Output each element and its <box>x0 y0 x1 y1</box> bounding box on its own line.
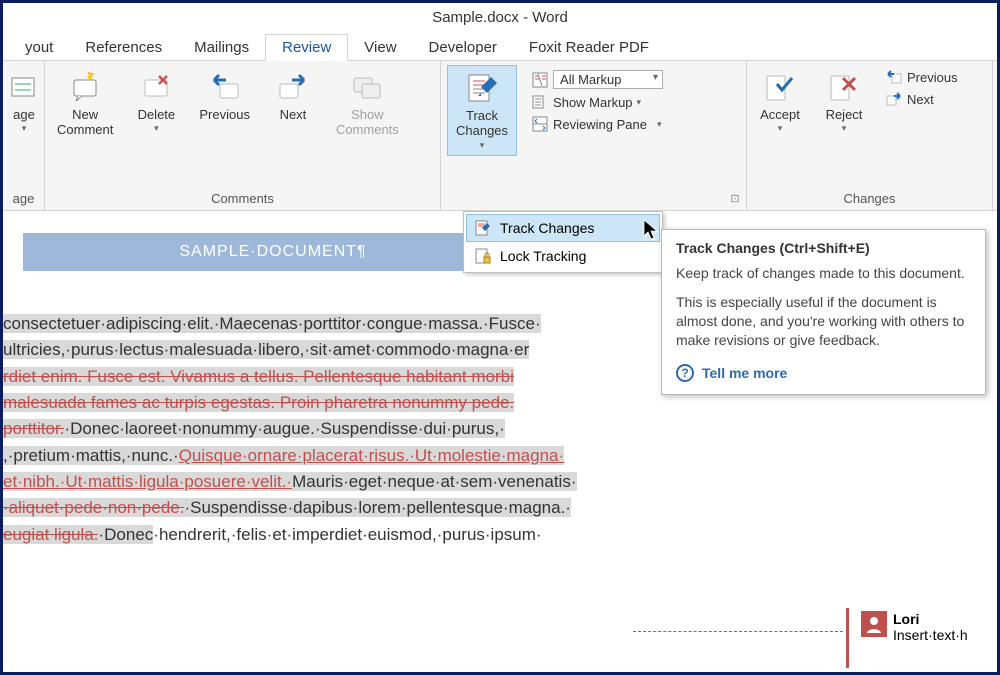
reviewing-pane-button[interactable]: Reviewing Pane ▾ <box>529 114 665 134</box>
accept-button[interactable]: Accept ▾ <box>753 65 807 138</box>
tooltip-text-1: Keep track of changes made to this docum… <box>676 264 971 283</box>
prev-change-icon <box>885 68 903 86</box>
ribbon-tabs: yout References Mailings Review View Dev… <box>3 33 997 61</box>
comment-bubble[interactable]: Lori Insert·text·h <box>861 611 968 643</box>
tab-view[interactable]: View <box>348 35 412 60</box>
avatar-icon <box>861 611 887 637</box>
dd-track-changes[interactable]: Track Changes <box>466 214 660 242</box>
tab-references[interactable]: References <box>69 35 178 60</box>
document-heading: SAMPLE·DOCUMENT¶ <box>23 233 523 271</box>
track-changes-dropdown: Track Changes Lock Tracking <box>463 211 663 273</box>
tell-me-more-link[interactable]: ? Tell me more <box>676 364 971 382</box>
tracking-dialog-launcher[interactable]: ⊡ <box>728 192 742 206</box>
show-markup-icon <box>531 93 549 111</box>
delete-comment-button[interactable]: Delete ▾ <box>129 65 183 138</box>
comment-connector <box>633 631 843 632</box>
show-comments-button[interactable]: Show Comments <box>330 65 405 142</box>
next-change-button[interactable]: Next <box>883 89 960 109</box>
tab-foxit[interactable]: Foxit Reader PDF <box>513 35 665 60</box>
display-for-review[interactable]: All Markup <box>529 69 665 90</box>
changes-group-label: Changes <box>753 189 986 208</box>
new-comment-button[interactable]: New Comment <box>51 65 119 142</box>
tab-review[interactable]: Review <box>265 34 348 61</box>
help-icon: ? <box>676 364 694 382</box>
mouse-cursor <box>643 219 661 237</box>
delete-icon <box>138 69 174 105</box>
reject-icon <box>826 69 862 105</box>
markup-icon <box>531 71 549 89</box>
track-changes-tooltip: Track Changes (Ctrl+Shift+E) Keep track … <box>661 229 986 395</box>
next-icon <box>275 69 311 105</box>
track-changes-small-icon <box>474 219 492 237</box>
new-comment-icon <box>67 69 103 105</box>
title-bar: Sample.docx - Word <box>3 3 997 33</box>
previous-comment-button[interactable]: Previous <box>193 65 256 126</box>
dd-lock-tracking[interactable]: Lock Tracking <box>466 242 660 270</box>
tab-developer[interactable]: Developer <box>413 35 513 60</box>
comment-author: Lori <box>893 611 968 627</box>
language-button[interactable]: age ▾ <box>9 65 39 138</box>
reject-button[interactable]: Reject ▾ <box>817 65 871 138</box>
next-comment-button[interactable]: Next <box>266 65 320 126</box>
lock-tracking-icon <box>474 247 492 265</box>
accept-icon <box>762 69 798 105</box>
tab-mailings[interactable]: Mailings <box>178 35 265 60</box>
show-comments-icon <box>349 69 385 105</box>
show-markup-button[interactable]: Show Markup ▾ <box>529 92 665 112</box>
tooltip-text-2: This is especially useful if the documen… <box>676 293 971 350</box>
comment-action: Insert·text·h <box>893 627 968 643</box>
track-changes-icon <box>464 70 500 106</box>
document-body[interactable]: consectetuer·adipiscing·elit.·Maecenas·p… <box>3 311 683 548</box>
reviewing-pane-icon <box>531 115 549 133</box>
revision-bar <box>846 608 849 668</box>
previous-icon <box>207 69 243 105</box>
translate-icon <box>6 69 42 105</box>
track-changes-button[interactable]: Track Changes ▾ <box>447 65 517 156</box>
ribbon: age ▾ age New Comment Delete ▾ <box>3 61 997 211</box>
next-change-icon <box>885 90 903 108</box>
tab-layout[interactable]: yout <box>9 35 69 60</box>
previous-change-button[interactable]: Previous <box>883 67 960 87</box>
comments-group-label: Comments <box>51 189 434 208</box>
tooltip-title: Track Changes (Ctrl+Shift+E) <box>676 240 971 256</box>
